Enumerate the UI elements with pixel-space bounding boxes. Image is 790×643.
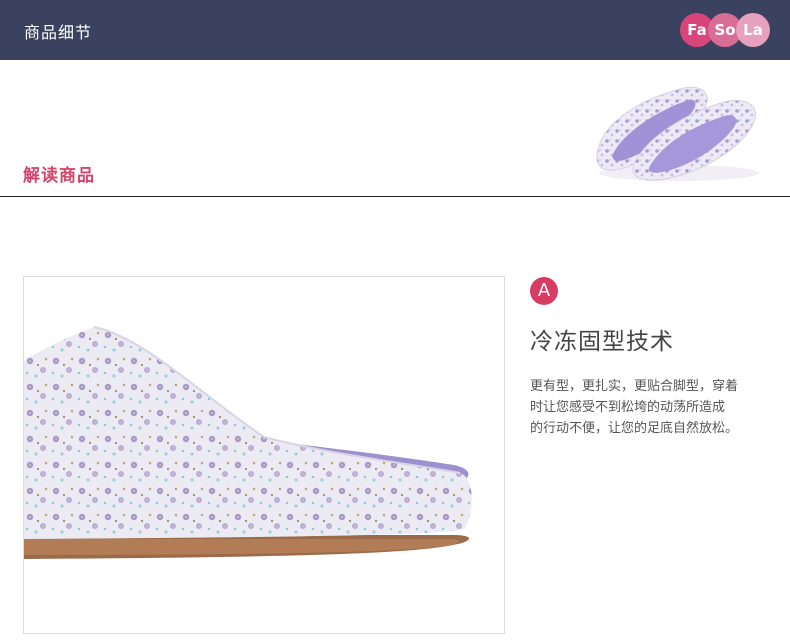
brand-logo[interactable]: Fa So La bbox=[680, 13, 770, 51]
logo-part-la: La bbox=[736, 13, 770, 47]
header-bar: 商品细节 Fa So La bbox=[0, 0, 790, 60]
feature-desc-line: 时让您感受不到松垮的动荡所造成 bbox=[530, 400, 726, 415]
feature-description: 更有型，更扎实，更贴合脚型，穿着 时让您感受不到松垮的动荡所造成 的行动不便，让… bbox=[530, 376, 760, 439]
slipper-pair-thumbnail bbox=[574, 68, 774, 192]
feature-title: 冷冻固型技术 bbox=[530, 329, 674, 355]
banner-label: 解读商品 bbox=[23, 166, 95, 186]
feature-desc-line: 的行动不便，让您的足底自然放松。 bbox=[530, 421, 739, 436]
product-photo-frame bbox=[23, 276, 505, 634]
slipper-side-photo bbox=[24, 277, 504, 633]
feature-desc-line: 更有型，更扎实，更贴合脚型，穿着 bbox=[530, 379, 739, 394]
section-divider bbox=[0, 196, 790, 197]
section-title: 商品细节 bbox=[24, 23, 93, 42]
feature-badge: A bbox=[530, 277, 558, 305]
